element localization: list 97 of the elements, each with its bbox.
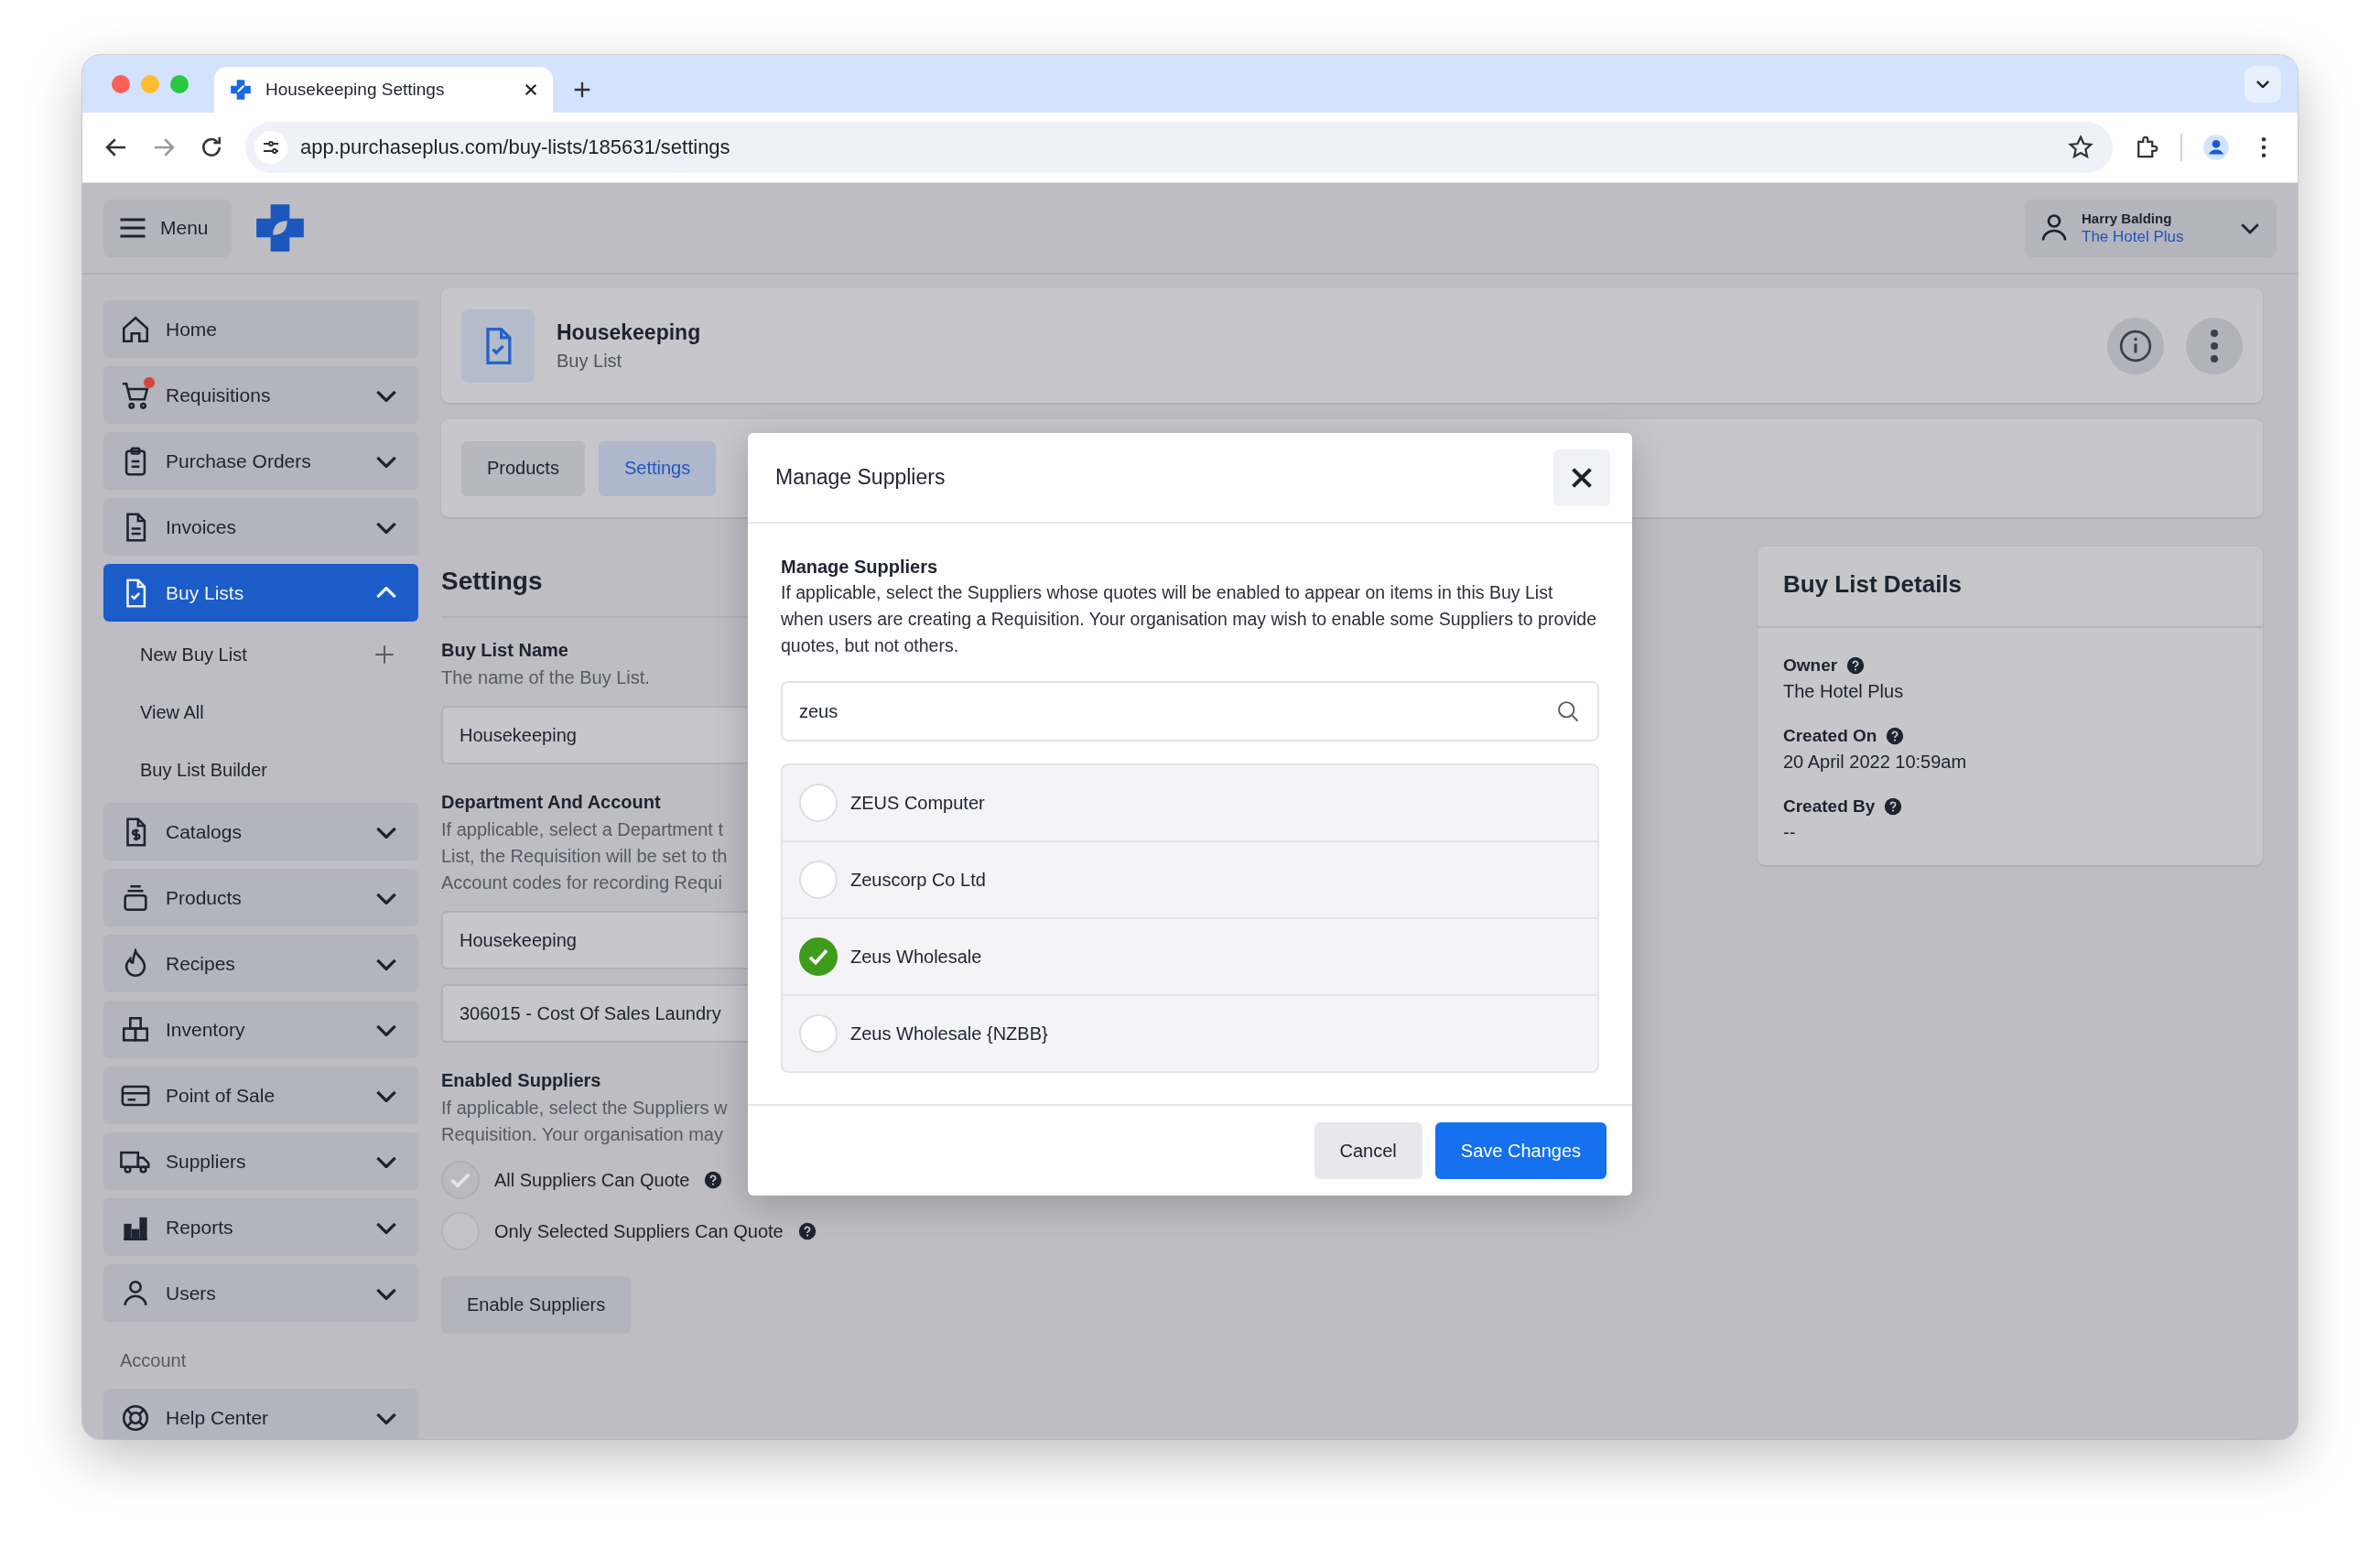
browser-tab[interactable]: Housekeeping Settings bbox=[214, 67, 553, 113]
tab-list-button[interactable] bbox=[2245, 65, 2281, 103]
chevron-down-icon bbox=[376, 520, 396, 534]
user-name: Harry Balding bbox=[2082, 210, 2173, 226]
close-tab-icon[interactable] bbox=[524, 82, 538, 97]
section-label: Account bbox=[119, 1349, 188, 1372]
field-label: Enabled Suppliers bbox=[441, 1070, 601, 1091]
radio-button[interactable] bbox=[441, 1161, 480, 1199]
sidebar-item[interactable]: Point of Sale bbox=[103, 1066, 418, 1124]
sidebar-item[interactable]: Purchase Orders bbox=[103, 432, 418, 490]
select-checkbox[interactable] bbox=[799, 937, 838, 976]
detail-label: Created By bbox=[1783, 796, 1876, 817]
sidebar-item[interactable]: Products bbox=[103, 869, 418, 926]
address-bar[interactable]: app.purchaseplus.com/buy-lists/185631/settings bbox=[245, 122, 2113, 173]
chevron-down-icon bbox=[376, 454, 396, 468]
supplier-name: Zeus Wholesale {NZBB} bbox=[850, 1023, 1048, 1045]
help-icon[interactable] bbox=[1886, 727, 1905, 745]
sidebar-item[interactable]: Users bbox=[103, 1264, 418, 1322]
close-button[interactable] bbox=[1553, 449, 1610, 506]
field-description: If applicable, select a Department t List, the Requisition will be set to th Account codes for recording Requi bbox=[441, 818, 728, 894]
page-title: Housekeeping bbox=[557, 319, 701, 345]
field-label: Buy List Name bbox=[441, 640, 568, 661]
field-description: The name of the Buy List. bbox=[441, 666, 650, 689]
cancel-button[interactable]: Cancel bbox=[1314, 1122, 1423, 1179]
dialog-title: Manage Suppliers bbox=[775, 465, 946, 490]
supplier-name: ZEUS Computer bbox=[850, 792, 985, 814]
field-description: If applicable, select the Suppliers w Requisition. Your organisation may bbox=[441, 1097, 728, 1146]
chevron-down-icon bbox=[376, 891, 396, 904]
search-field[interactable]: zeus bbox=[781, 681, 1599, 742]
sidebar-item[interactable]: Help Center bbox=[103, 1389, 418, 1439]
detail-value: The Hotel Plus bbox=[1783, 681, 1905, 702]
section-heading: Settings bbox=[441, 567, 543, 596]
chevron-down-icon bbox=[376, 1220, 396, 1234]
sidebar-item[interactable]: Inventory bbox=[103, 1001, 418, 1058]
sidebar-item[interactable]: Suppliers bbox=[103, 1132, 418, 1190]
sidebar-item[interactable]: Requisitions bbox=[103, 366, 418, 424]
field-label: Department And Account bbox=[441, 792, 661, 813]
chevron-down-icon bbox=[376, 1023, 396, 1036]
option-label: Only Selected Suppliers Can Quote bbox=[494, 1220, 784, 1242]
section-title: Manage Suppliers bbox=[781, 557, 939, 578]
close-icon bbox=[1572, 467, 1592, 488]
new-tab-icon[interactable] bbox=[573, 81, 591, 99]
help-icon[interactable] bbox=[704, 1171, 723, 1189]
input-field[interactable]: 306015 - Cost Of Sales Laundry bbox=[441, 984, 748, 1043]
chevron-down-icon bbox=[376, 825, 396, 839]
tab[interactable]: Products bbox=[461, 440, 585, 496]
sidebar-item[interactable]: Reports bbox=[103, 1198, 418, 1256]
help-icon[interactable] bbox=[797, 1222, 817, 1240]
page-subtitle: Buy List bbox=[557, 350, 623, 372]
chevron-down-icon bbox=[376, 957, 396, 970]
help-icon[interactable] bbox=[1884, 797, 1903, 816]
checked-document-icon bbox=[461, 309, 535, 383]
sidebar-subitem[interactable]: Buy List Builder bbox=[103, 745, 418, 795]
profile-icon[interactable] bbox=[2202, 134, 2230, 161]
input-field[interactable]: Housekeeping bbox=[441, 911, 748, 969]
chevron-down-icon bbox=[376, 1411, 396, 1424]
sidebar-item[interactable]: Invoices bbox=[103, 498, 418, 556]
logo-icon bbox=[229, 78, 253, 102]
chevron-down-icon bbox=[2256, 80, 2269, 88]
more-icon bbox=[2209, 327, 2220, 364]
option-label: All Suppliers Can Quote bbox=[494, 1169, 690, 1191]
sidebar-item[interactable]: Home bbox=[103, 300, 418, 358]
sidebar-item[interactable]: Recipes bbox=[103, 935, 418, 992]
detail-label: Owner bbox=[1783, 655, 1838, 676]
chevron-down-icon bbox=[376, 388, 396, 402]
bookmark-star-icon[interactable] bbox=[2067, 134, 2094, 161]
card-title: Buy List Details bbox=[1782, 569, 1964, 600]
menu-button[interactable]: Menu bbox=[103, 199, 232, 257]
detail-label: Created On bbox=[1783, 726, 1877, 746]
search-icon bbox=[1555, 698, 1581, 724]
plus-icon[interactable] bbox=[373, 643, 396, 666]
sidebar-item[interactable]: Buy Lists bbox=[103, 564, 418, 622]
sidebar-item[interactable]: Catalogs bbox=[103, 803, 418, 861]
chevron-down-icon bbox=[376, 1286, 396, 1300]
supplier-row[interactable]: Zeuscorp Co Ltd bbox=[783, 840, 1597, 917]
check-icon bbox=[450, 1173, 471, 1187]
save-button[interactable]: Save Changes bbox=[1434, 1122, 1606, 1179]
supplier-name: Zeus Wholesale bbox=[850, 946, 982, 968]
chevron-down-icon bbox=[376, 1088, 396, 1102]
chevron-down-icon bbox=[376, 1154, 396, 1168]
detail-value: -- bbox=[1783, 822, 1797, 843]
supplier-name: Zeuscorp Co Ltd bbox=[850, 869, 986, 891]
organisation-name: The Hotel Plus bbox=[2082, 227, 2185, 246]
sidebar-subitem[interactable]: New Buy List bbox=[103, 630, 418, 679]
user-menu-button[interactable]: Harry Balding The Hotel Plus bbox=[2025, 199, 2277, 257]
site-settings-icon[interactable] bbox=[254, 131, 287, 164]
dialog-description: If applicable, select the Suppliers whose quotes will be enabled to appear on items in this Buy List when users are creating a Requisition. Your organisation may wish to enable some Suppliers to provide quotes, but not others. bbox=[781, 581, 1597, 657]
detail-value: 20 April 2022 10:59am bbox=[1783, 752, 1968, 773]
check-icon bbox=[808, 948, 828, 965]
chevron-up-icon bbox=[376, 586, 396, 600]
supplier-row[interactable]: Zeus Wholesale {NZBB} bbox=[783, 994, 1597, 1071]
enable-suppliers-button[interactable]: Enable Suppliers bbox=[441, 1276, 632, 1334]
help-icon[interactable] bbox=[1846, 656, 1866, 675]
supplier-row[interactable]: ZEUS Computer bbox=[783, 765, 1597, 840]
input-field[interactable]: Housekeeping bbox=[441, 706, 748, 764]
supplier-row[interactable]: Zeus Wholesale bbox=[783, 917, 1597, 994]
sidebar-subitem[interactable]: View All bbox=[103, 687, 418, 737]
